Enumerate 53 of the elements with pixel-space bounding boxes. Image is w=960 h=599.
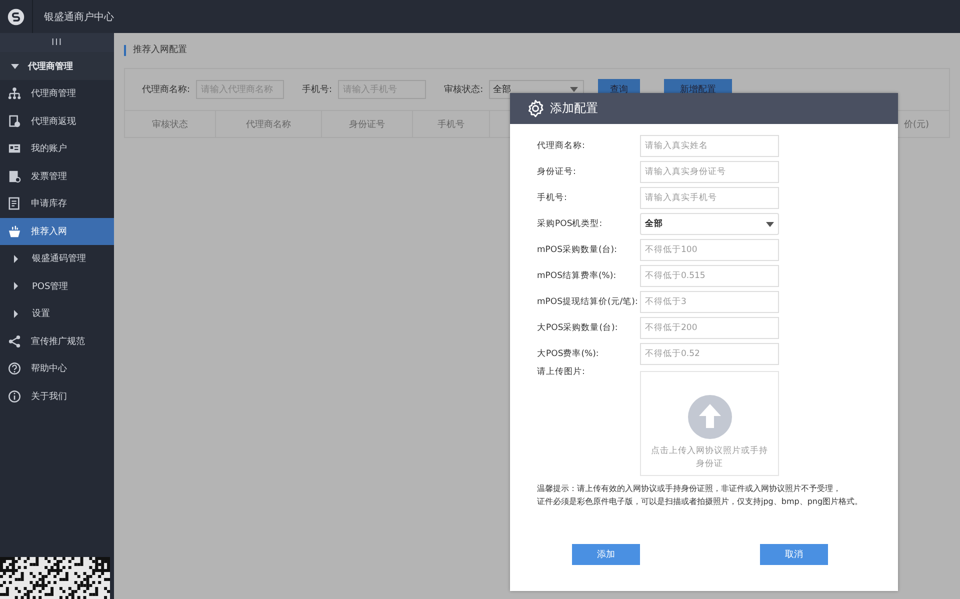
- column-header: 手机号: [413, 111, 490, 137]
- field-label: 请上传图片:: [537, 366, 586, 378]
- menu-icon: [8, 197, 21, 210]
- sidebar-toggle[interactable]: III: [0, 33, 114, 52]
- input-field[interactable]: 请输入真实姓名: [640, 135, 779, 157]
- field-label: 大POS费率(%):: [537, 348, 600, 360]
- filter-label: 手机号:: [302, 84, 332, 96]
- column-header: 审核状态: [125, 111, 216, 137]
- dialog-title: 添加配置: [550, 100, 598, 117]
- field-label: 手机号:: [537, 192, 568, 204]
- field-label: 身份证号:: [537, 166, 577, 178]
- field-label: 代理商名称:: [537, 140, 586, 152]
- column-header: 身份证号: [322, 111, 413, 137]
- caret-icon: [11, 62, 19, 70]
- filter-label: 代理商名称:: [142, 84, 190, 96]
- menu-icon: [8, 170, 21, 183]
- pos-type-select[interactable]: 全部: [640, 213, 779, 235]
- input-field[interactable]: 请输入真实身份证号: [640, 161, 779, 183]
- input-field[interactable]: 不得低于0.515: [640, 265, 779, 287]
- menu-icon: [8, 224, 21, 238]
- caret-icon: [12, 282, 20, 290]
- column-header: 代理商名称: [216, 111, 322, 137]
- tip-text: 温馨提示：请上传有效的入网协议或手持身份证照，非证件或入网协议照片不予受理，: [537, 483, 842, 495]
- menu-group[interactable]: 代理商管理: [0, 52, 114, 80]
- page-title: 推荐入网配置: [124, 45, 187, 56]
- filter-label: 审核状态:: [444, 84, 484, 96]
- column-header: 价(元): [902, 118, 930, 132]
- menu-icon: [8, 362, 21, 376]
- menu-icon: [8, 334, 21, 348]
- menu-icon: [8, 390, 21, 403]
- field-label: mPOS采购数量(台):: [537, 244, 618, 256]
- menu-group-label: 代理商管理: [28, 60, 73, 72]
- app-title: 银盛通商户中心: [44, 10, 114, 24]
- input-field[interactable]: 不得低于100: [640, 239, 779, 261]
- upload-icon: [688, 395, 732, 439]
- logo-icon: [7, 8, 25, 26]
- input-field[interactable]: 不得低于200: [640, 317, 779, 339]
- input-field[interactable]: 不得低于0.52: [640, 343, 779, 365]
- menu-item[interactable]: 推荐入网: [0, 218, 114, 245]
- caret-icon: [12, 310, 20, 318]
- settings-icon: [526, 99, 545, 118]
- field-label: 采购POS机类型:: [537, 218, 604, 230]
- caret-icon: [12, 254, 20, 263]
- field-label: mPOS结算费率(%):: [537, 270, 618, 282]
- menu-icon: [8, 114, 21, 128]
- input-field[interactable]: 不得低于3: [640, 291, 779, 313]
- field-label: 大POS采购数量(台):: [537, 322, 619, 334]
- input-field[interactable]: 请输入真实手机号: [640, 187, 779, 209]
- field-label: mPOS提现结算价(元/笔):: [537, 296, 639, 308]
- dropdown-icon: [766, 222, 774, 226]
- menu-icon: [8, 87, 21, 100]
- menu-icon: [8, 142, 21, 156]
- tip-text: 证件必须是彩色原件电子版，可以是扫描或者拍摄照片，仅支持jpg、bmp、png图片格式。: [537, 496, 864, 508]
